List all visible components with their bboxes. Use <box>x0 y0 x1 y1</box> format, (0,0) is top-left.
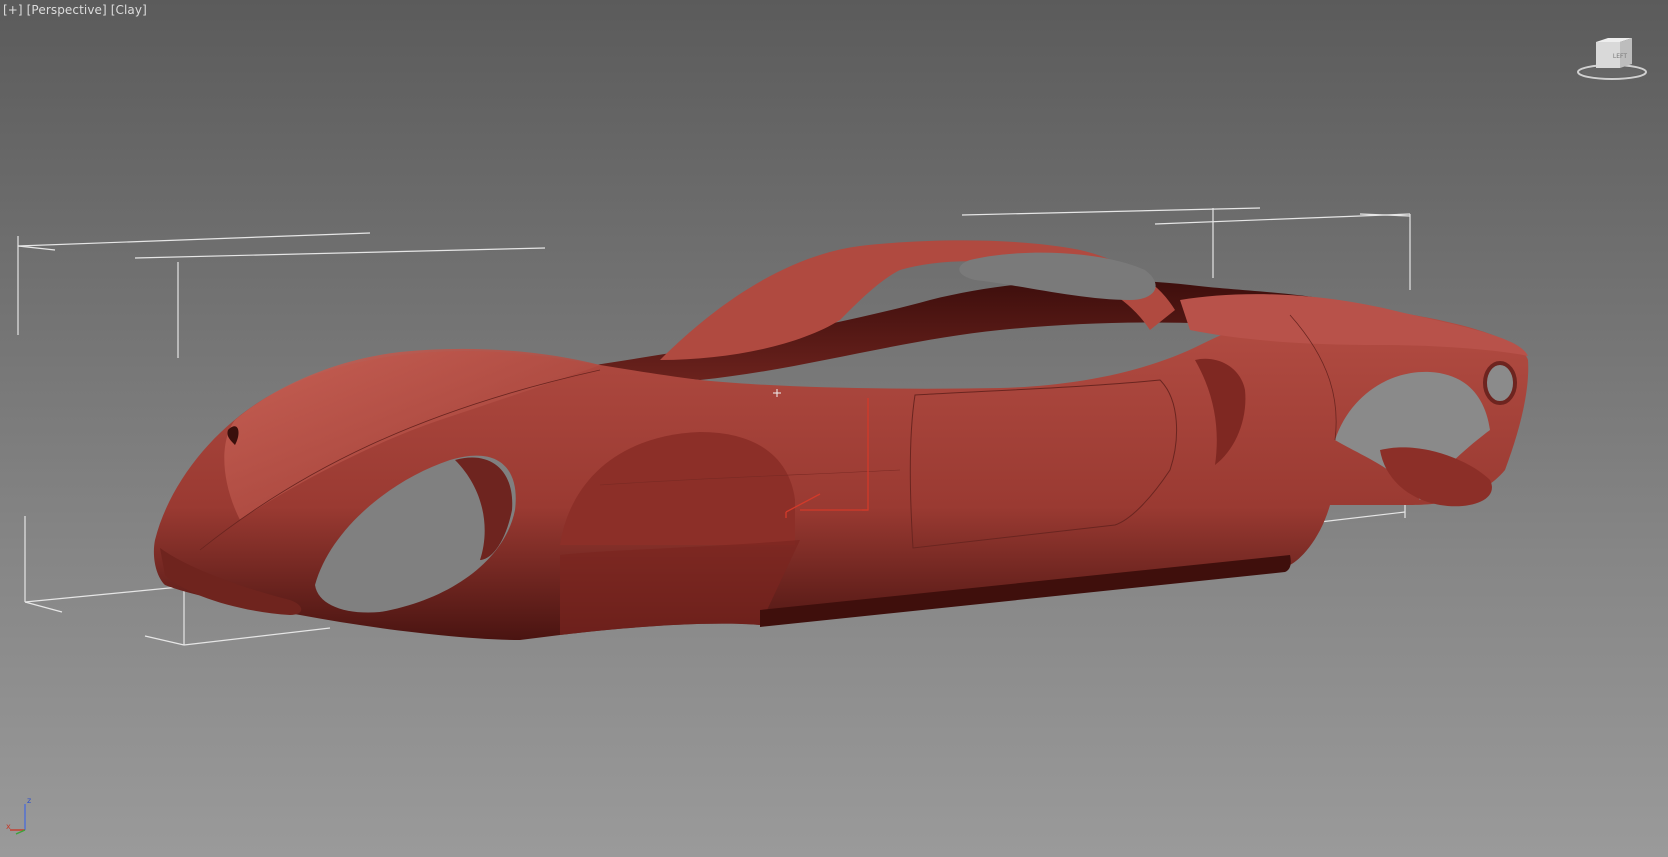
perspective-viewport[interactable]: [+] [Perspective] [Clay] LEFT z x <box>0 0 1668 857</box>
car-body-mesh[interactable] <box>153 240 1529 640</box>
axis-tripod-icon: z x <box>6 796 31 835</box>
viewcube-icon[interactable]: LEFT <box>1574 34 1650 84</box>
viewcube-face-label: LEFT <box>1613 53 1627 60</box>
scene-canvas[interactable] <box>0 0 1668 857</box>
tail-light <box>1483 361 1517 405</box>
axis-z-label: z <box>27 796 31 805</box>
axis-x-label: x <box>6 822 11 831</box>
